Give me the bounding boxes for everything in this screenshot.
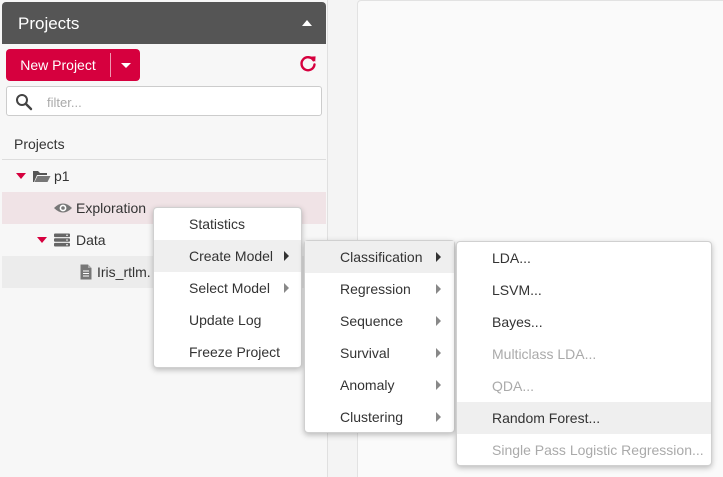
menu-item-label: Anomaly bbox=[340, 377, 395, 393]
menu-item-lsvm[interactable]: LSVM... bbox=[457, 274, 711, 306]
file-icon bbox=[80, 264, 92, 280]
menu-item-bayes[interactable]: Bayes... bbox=[457, 306, 711, 338]
new-project-button-group: New Project bbox=[6, 49, 140, 81]
menu-item-label: Single Pass Logistic Regression... bbox=[492, 442, 704, 458]
submenu-arrow-icon bbox=[436, 380, 441, 390]
classification-submenu: LDA... LSVM... Bayes... Multiclass LDA..… bbox=[456, 241, 712, 466]
tree-item-label: Iris_rtlm. bbox=[97, 264, 151, 280]
sidebar-header: Projects bbox=[2, 2, 326, 44]
context-menu: Statistics Create Model Select Model Upd… bbox=[153, 207, 302, 368]
caret-down-icon bbox=[121, 63, 131, 68]
new-project-button[interactable]: New Project bbox=[6, 49, 110, 81]
menu-item-multiclass-lda: Multiclass LDA... bbox=[457, 338, 711, 370]
submenu-arrow-icon bbox=[436, 284, 441, 294]
menu-item-random-forest[interactable]: Random Forest... bbox=[457, 402, 711, 434]
tree-item-project-p1[interactable]: p1 bbox=[2, 160, 326, 192]
menu-item-lda[interactable]: LDA... bbox=[457, 242, 711, 274]
submenu-arrow-icon bbox=[436, 316, 441, 326]
menu-item-sequence[interactable]: Sequence bbox=[305, 305, 454, 337]
menu-item-qda: QDA... bbox=[457, 370, 711, 402]
filter-field bbox=[6, 86, 322, 116]
menu-item-label: LDA... bbox=[492, 250, 531, 266]
menu-item-survival[interactable]: Survival bbox=[305, 337, 454, 369]
menu-item-regression[interactable]: Regression bbox=[305, 273, 454, 305]
eye-icon bbox=[54, 203, 72, 213]
menu-item-update-log[interactable]: Update Log bbox=[154, 304, 301, 336]
menu-item-create-model[interactable]: Create Model bbox=[154, 240, 301, 272]
menu-item-label: Sequence bbox=[340, 313, 404, 329]
refresh-icon[interactable] bbox=[298, 54, 318, 74]
menu-item-label: Random Forest... bbox=[492, 410, 601, 426]
submenu-arrow-icon bbox=[284, 283, 289, 293]
menu-item-label: Classification bbox=[340, 249, 423, 265]
menu-item-clustering[interactable]: Clustering bbox=[305, 401, 454, 433]
collapse-icon[interactable] bbox=[302, 20, 312, 26]
menu-item-label: Create Model bbox=[189, 248, 274, 264]
menu-item-label: Freeze Project bbox=[189, 344, 281, 360]
menu-item-label: Update Log bbox=[189, 312, 262, 328]
menu-item-label: LSVM... bbox=[492, 282, 542, 298]
filter-input[interactable] bbox=[45, 91, 309, 113]
menu-item-single-pass-logistic-regression: Single Pass Logistic Regression... bbox=[457, 434, 711, 466]
menu-item-label: Bayes... bbox=[492, 314, 543, 330]
tree-item-label: Exploration bbox=[76, 200, 147, 216]
menu-item-label: Statistics bbox=[189, 216, 246, 232]
tree-item-label: Data bbox=[76, 232, 106, 248]
menu-item-freeze-project[interactable]: Freeze Project bbox=[154, 336, 301, 368]
menu-item-classification[interactable]: Classification bbox=[305, 241, 454, 273]
submenu-arrow-icon bbox=[436, 412, 441, 422]
menu-item-label: Clustering bbox=[340, 409, 404, 425]
expand-caret-icon[interactable] bbox=[37, 237, 47, 243]
tree-heading: Projects bbox=[14, 136, 65, 152]
menu-item-label: QDA... bbox=[492, 378, 535, 394]
new-project-dropdown-button[interactable] bbox=[111, 49, 140, 81]
search-icon bbox=[16, 94, 33, 111]
create-model-submenu: Classification Regression Sequence Survi… bbox=[304, 240, 455, 433]
folder-open-icon bbox=[33, 171, 51, 182]
tree-item-label: p1 bbox=[54, 168, 70, 184]
menu-item-statistics[interactable]: Statistics bbox=[154, 208, 301, 240]
menu-item-label: Survival bbox=[340, 345, 390, 361]
menu-item-label: Select Model bbox=[189, 280, 270, 296]
submenu-arrow-icon bbox=[436, 252, 441, 262]
menu-item-anomaly[interactable]: Anomaly bbox=[305, 369, 454, 401]
database-icon bbox=[54, 233, 70, 247]
submenu-arrow-icon bbox=[284, 251, 289, 261]
submenu-arrow-icon bbox=[436, 348, 441, 358]
menu-item-label: Multiclass LDA... bbox=[492, 346, 597, 362]
expand-caret-icon[interactable] bbox=[16, 173, 26, 179]
menu-item-label: Regression bbox=[340, 281, 411, 297]
menu-item-select-model[interactable]: Select Model bbox=[154, 272, 301, 304]
sidebar-title: Projects bbox=[18, 14, 80, 33]
